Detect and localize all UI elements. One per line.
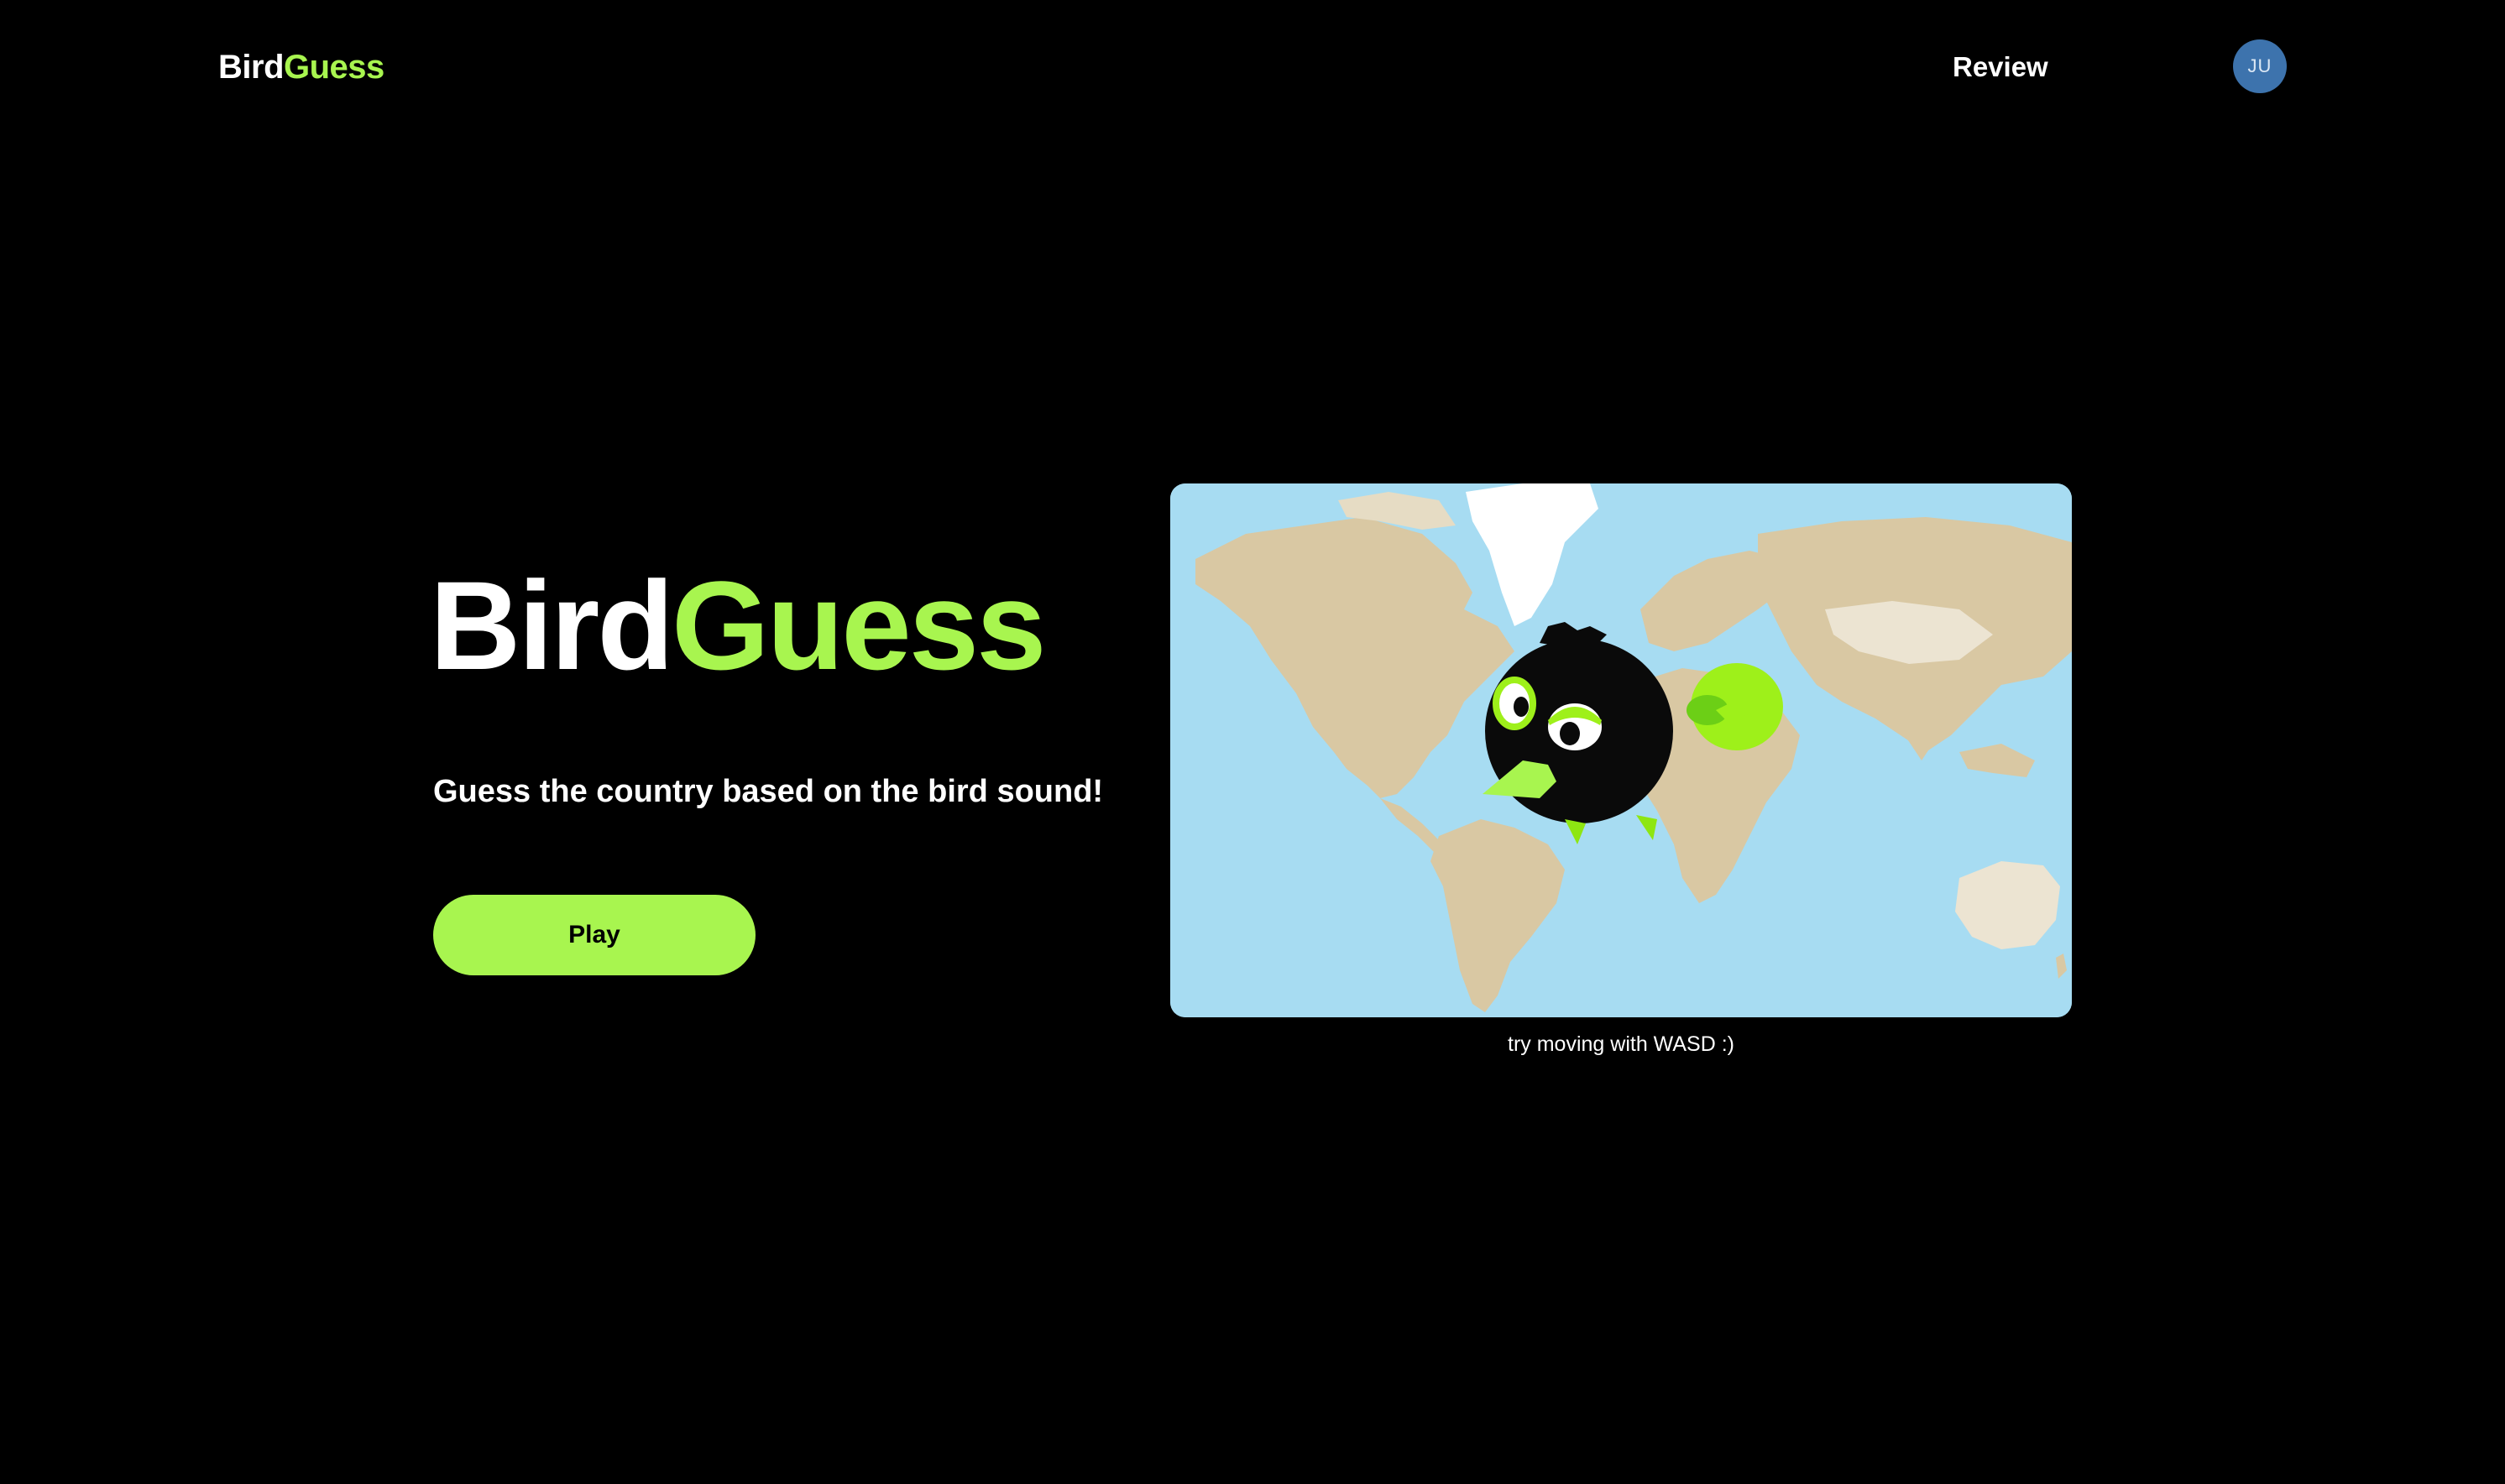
hero-title-guess: Guess xyxy=(672,555,1047,696)
avatar-initials: JU xyxy=(2247,55,2272,76)
hero-subtitle: Guess the country based on the bird soun… xyxy=(433,774,1104,809)
logo-text-bird: Bird xyxy=(218,49,285,86)
hero-title-bird: Bird xyxy=(430,555,674,696)
landing-page: BirdGuess Review JU BirdGuess Guess the … xyxy=(0,0,2505,1484)
logo-text-guess: Guess xyxy=(284,49,384,86)
hero-title: BirdGuess xyxy=(430,558,1047,692)
map-caption: try moving with WASD :) xyxy=(1508,1032,1734,1056)
world-map-canvas[interactable] xyxy=(1170,483,2072,1017)
bird-left-pupil xyxy=(1514,697,1529,717)
logo[interactable]: BirdGuess xyxy=(218,44,384,91)
world-map xyxy=(1170,483,2072,1017)
nav-review-link[interactable]: Review xyxy=(1953,44,2048,91)
bird-right-pupil xyxy=(1560,722,1580,745)
play-button[interactable]: Play xyxy=(433,895,756,975)
avatar[interactable]: JU xyxy=(2233,39,2287,93)
